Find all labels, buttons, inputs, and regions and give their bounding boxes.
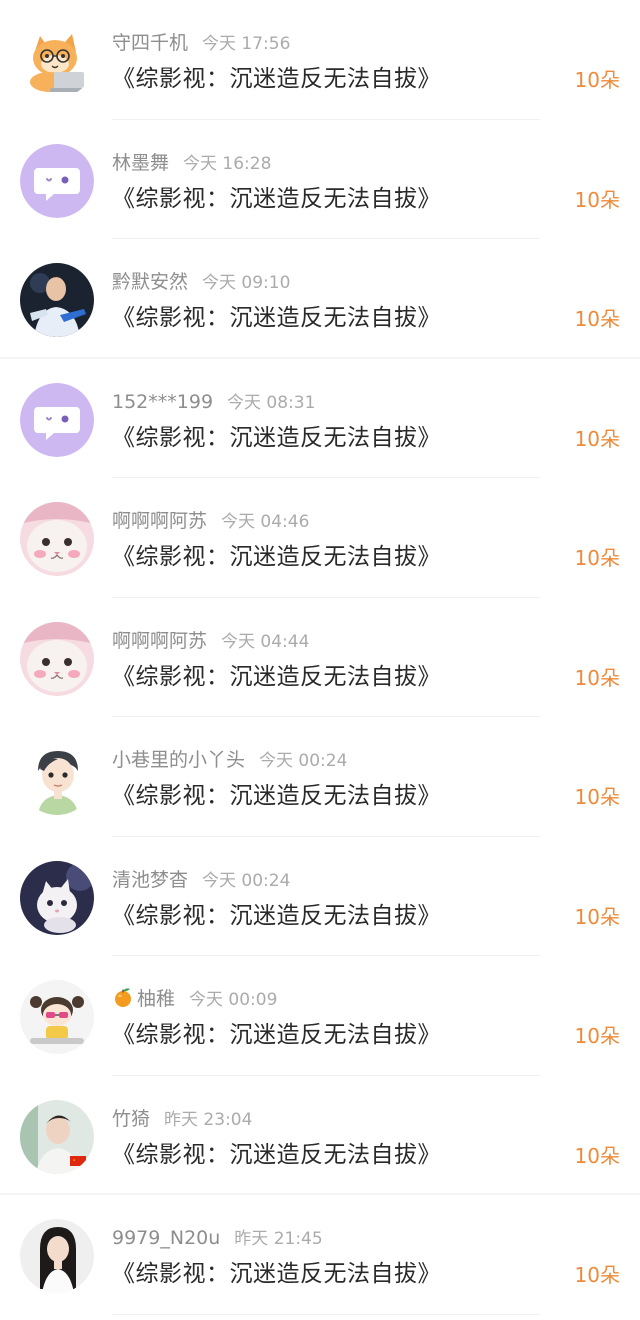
username[interactable]: 竹猗 xyxy=(112,1108,150,1130)
gift-meta: 林墨舞今天 16:28 xyxy=(112,150,271,176)
gift-time: 昨天 21:45 xyxy=(234,1229,322,1249)
default-chat-bubble-avatar[interactable] xyxy=(20,383,94,457)
gift-meta: 竹猗昨天 23:04 xyxy=(112,1106,252,1132)
gift-time: 今天 00:24 xyxy=(202,871,290,891)
gift-meta: 啊啊啊阿苏今天 04:44 xyxy=(112,628,309,654)
gift-meta: 9979_N20u 昨天 21:45 xyxy=(112,1225,323,1251)
flower-count: 10朵 xyxy=(575,544,620,572)
book-title[interactable]: 《综影视：沉迷造反无法自拔》 xyxy=(112,781,441,811)
gift-meta: 柚稚今天 00:09 xyxy=(112,986,277,1012)
list-item[interactable]: 9979_N20u 昨天 21:45 《综影视：沉迷造反无法自拔》 10朵 xyxy=(0,1195,640,1315)
username[interactable]: 啊啊啊阿苏 xyxy=(112,630,207,652)
default-chat-bubble-avatar[interactable] xyxy=(20,144,94,218)
username[interactable]: 守四千机 xyxy=(112,32,188,54)
row-divider xyxy=(112,1314,540,1315)
gift-time: 今天 00:09 xyxy=(189,990,277,1010)
person-photo-avatar[interactable] xyxy=(20,263,94,337)
book-title[interactable]: 《综影视：沉迷造反无法自拔》 xyxy=(112,1259,441,1289)
gift-time: 昨天 23:04 xyxy=(164,1110,252,1130)
book-title[interactable]: 《综影视：沉迷造反无法自拔》 xyxy=(112,1020,441,1050)
gift-meta: 黔默安然今天 09:10 xyxy=(112,269,290,295)
username[interactable]: 清池梦杳 xyxy=(112,869,188,891)
flower-count: 10朵 xyxy=(575,783,620,811)
gift-time: 今天 09:10 xyxy=(202,273,290,293)
gift-time: 今天 00:24 xyxy=(259,751,347,771)
list-item[interactable]: 啊啊啊阿苏今天 04:44 《综影视：沉迷造反无法自拔》 10朵 xyxy=(0,598,640,718)
gift-meta: 清池梦杳今天 00:24 xyxy=(112,867,290,893)
username[interactable]: 林墨舞 xyxy=(112,152,169,174)
list-item[interactable]: 小巷里的小丫头今天 00:24 《综影视：沉迷造反无法自拔》 10朵 xyxy=(0,717,640,837)
cartoon-boy-avatar[interactable] xyxy=(20,741,94,815)
pink-cat-avatar[interactable] xyxy=(20,502,94,576)
flower-count: 10朵 xyxy=(575,1142,620,1170)
flower-count: 10朵 xyxy=(575,305,620,333)
username[interactable]: 小巷里的小丫头 xyxy=(112,749,245,771)
username[interactable]: 152***199 xyxy=(112,391,213,413)
flower-count: 10朵 xyxy=(575,425,620,453)
gift-time: 今天 04:44 xyxy=(221,632,309,652)
white-cat-avatar[interactable] xyxy=(20,861,94,935)
flower-count: 10朵 xyxy=(575,1261,620,1289)
gift-meta: 152***199 今天 08:31 xyxy=(112,389,315,415)
gift-meta: 啊啊啊阿苏今天 04:46 xyxy=(112,508,309,534)
book-title[interactable]: 《综影视：沉迷造反无法自拔》 xyxy=(112,303,441,333)
gift-time: 今天 08:31 xyxy=(227,393,315,413)
list-item[interactable]: 152***199 今天 08:31 《综影视：沉迷造反无法自拔》 10朵 xyxy=(0,359,640,479)
man-photo-avatar[interactable] xyxy=(20,1100,94,1174)
flower-count: 10朵 xyxy=(575,66,620,94)
flower-count: 10朵 xyxy=(575,186,620,214)
book-title[interactable]: 《综影视：沉迷造反无法自拔》 xyxy=(112,901,441,931)
flower-count: 10朵 xyxy=(575,664,620,692)
gift-meta: 小巷里的小丫头今天 00:24 xyxy=(112,747,347,773)
book-title[interactable]: 《综影视：沉迷造反无法自拔》 xyxy=(112,662,441,692)
list-item[interactable]: 啊啊啊阿苏今天 04:46 《综影视：沉迷造反无法自拔》 10朵 xyxy=(0,478,640,598)
cartoon-cat-laptop-avatar[interactable] xyxy=(20,24,94,98)
woman-photo-avatar[interactable] xyxy=(20,1219,94,1293)
list-item[interactable]: 守四千机今天 17:56 《综影视：沉迷造反无法自拔》 10朵 xyxy=(0,0,640,120)
book-title[interactable]: 《综影视：沉迷造反无法自拔》 xyxy=(112,184,441,214)
gift-time: 今天 04:46 xyxy=(221,512,309,532)
book-title[interactable]: 《综影视：沉迷造反无法自拔》 xyxy=(112,1140,441,1170)
gift-time: 今天 17:56 xyxy=(202,34,290,54)
book-title[interactable]: 《综影视：沉迷造反无法自拔》 xyxy=(112,423,441,453)
gift-time: 今天 16:28 xyxy=(183,154,271,174)
list-item[interactable]: 清池梦杳今天 00:24 《综影视：沉迷造反无法自拔》 10朵 xyxy=(0,837,640,957)
username[interactable]: 黔默安然 xyxy=(112,271,188,293)
username[interactable]: 柚稚 xyxy=(137,988,175,1010)
gift-record-list: 守四千机今天 17:56 《综影视：沉迷造反无法自拔》 10朵 林墨舞今天 16… xyxy=(0,0,640,1320)
list-item[interactable]: 黔默安然今天 09:10 《综影视：沉迷造反无法自拔》 10朵 xyxy=(0,239,640,359)
book-title[interactable]: 《综影视：沉迷造反无法自拔》 xyxy=(112,542,441,572)
gift-meta: 守四千机今天 17:56 xyxy=(112,30,290,56)
list-item[interactable]: 林墨舞今天 16:28 《综影视：沉迷造反无法自拔》 10朵 xyxy=(0,120,640,240)
flower-count: 10朵 xyxy=(575,903,620,931)
username[interactable]: 9979_N20u xyxy=(112,1227,220,1249)
pink-cat-avatar[interactable] xyxy=(20,622,94,696)
flower-count: 10朵 xyxy=(575,1022,620,1050)
book-title[interactable]: 《综影视：沉迷造反无法自拔》 xyxy=(112,64,441,94)
list-item[interactable]: 柚稚今天 00:09 《综影视：沉迷造反无法自拔》 10朵 xyxy=(0,956,640,1076)
username[interactable]: 啊啊啊阿苏 xyxy=(112,510,207,532)
list-item[interactable]: 竹猗昨天 23:04 《综影视：沉迷造反无法自拔》 10朵 xyxy=(0,1076,640,1196)
orange-emoji-icon xyxy=(112,986,134,1016)
cartoon-girl-avatar[interactable] xyxy=(20,980,94,1054)
